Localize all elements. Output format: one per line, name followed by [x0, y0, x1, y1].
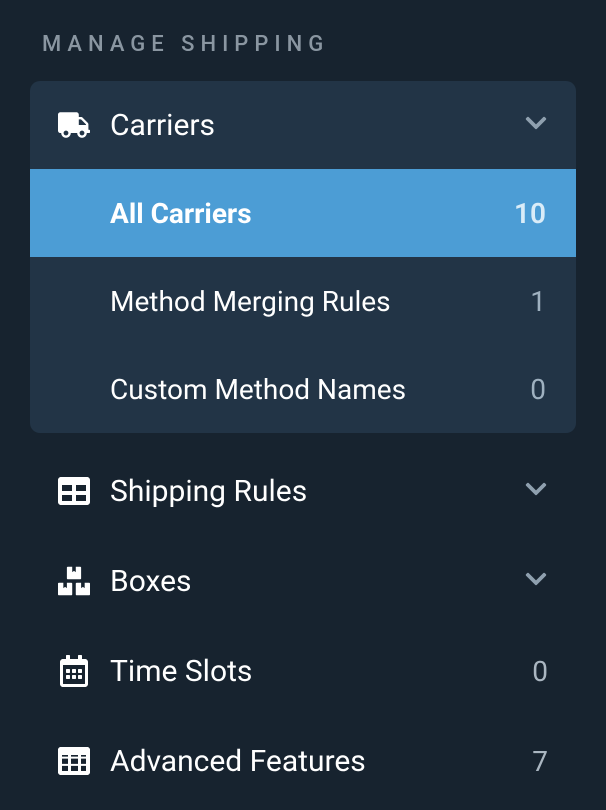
sidebar-item-time-slots[interactable]: Time Slots 0 — [30, 627, 576, 715]
list-icon — [58, 475, 110, 507]
sidebar-subitem-label: All Carriers — [110, 197, 514, 230]
sidebar-subitem-custom-method-names[interactable]: Custom Method Names 0 — [30, 345, 576, 433]
sidebar-item-label: Time Slots — [110, 654, 514, 689]
chevron-down-icon — [524, 108, 548, 143]
count-badge: 10 — [514, 197, 546, 230]
sidebar-item-label: Boxes — [110, 564, 524, 599]
sidebar-subitem-label: Custom Method Names — [110, 373, 530, 406]
sidebar-item-boxes[interactable]: Boxes — [30, 537, 576, 625]
grid-icon — [58, 745, 110, 777]
chevron-down-icon — [524, 474, 548, 509]
sidebar-list: Shipping Rules Boxes Time Slots 0 — [30, 447, 576, 805]
sidebar-item-label: Shipping Rules — [110, 474, 524, 509]
count-badge: 0 — [530, 373, 546, 406]
count-badge: 7 — [514, 745, 548, 778]
sidebar-item-label: Advanced Features — [110, 744, 514, 779]
sidebar-item-shipping-rules[interactable]: Shipping Rules — [30, 447, 576, 535]
sidebar-item-advanced-features[interactable]: Advanced Features 7 — [30, 717, 576, 805]
sidebar-item-carriers[interactable]: Carriers — [30, 81, 576, 169]
carriers-group: Carriers All Carriers 10 Method Merging … — [30, 81, 576, 433]
boxes-icon — [58, 565, 110, 597]
chevron-down-icon — [524, 564, 548, 599]
sidebar-subitem-method-merging[interactable]: Method Merging Rules 1 — [30, 257, 576, 345]
sidebar-item-label: Carriers — [110, 108, 524, 143]
truck-icon — [58, 109, 110, 141]
sidebar: Manage Shipping Carriers All Carriers 10… — [0, 0, 606, 805]
section-header: Manage Shipping — [30, 32, 576, 57]
sidebar-subitem-all-carriers[interactable]: All Carriers 10 — [30, 169, 576, 257]
sidebar-subitem-label: Method Merging Rules — [110, 285, 530, 318]
count-badge: 0 — [514, 655, 548, 688]
calendar-icon — [58, 655, 110, 687]
count-badge: 1 — [530, 285, 546, 318]
